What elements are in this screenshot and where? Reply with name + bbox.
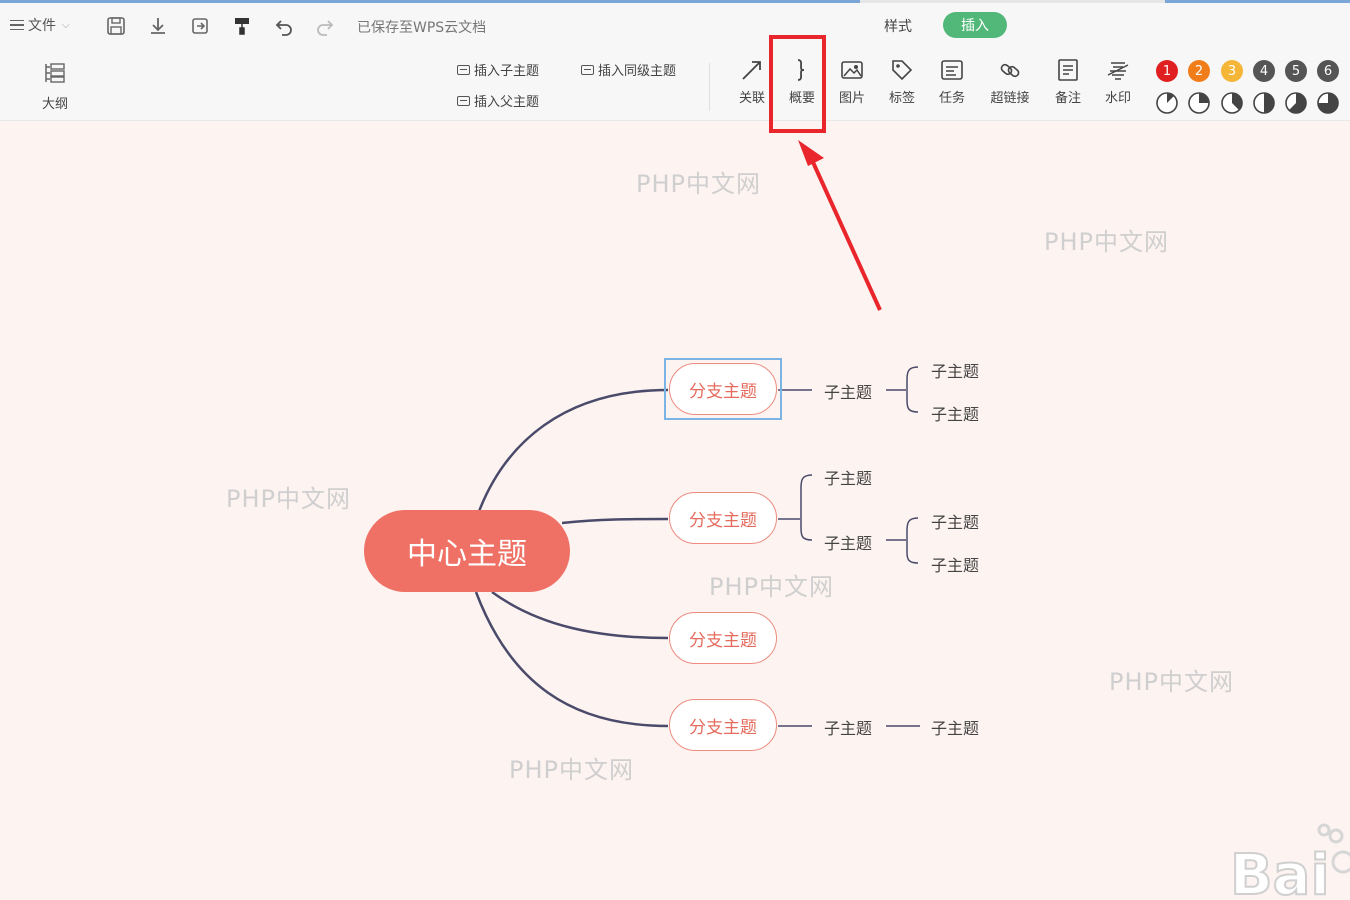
tag-label: 标签 [888, 91, 915, 106]
redo-icon[interactable] [314, 15, 336, 37]
branch-topic-node[interactable]: 分支主题 [669, 492, 777, 544]
center-topic-node[interactable]: 中心主题 [364, 510, 570, 592]
annotation-arrow [798, 140, 882, 311]
outline-label: 大纲 [41, 97, 68, 112]
watermark-text: PHP中文网 [709, 573, 834, 601]
watermark-button[interactable]: 水印 [1092, 55, 1144, 106]
tab-insert[interactable]: 插入 [943, 12, 1007, 38]
priority-4-icon[interactable]: 4 [1253, 60, 1275, 82]
baidu-logo: Bai [1228, 822, 1350, 900]
save-status: 已保存至WPS云文档 [357, 20, 487, 36]
subtopic-node[interactable]: 子主题 [931, 401, 979, 425]
watermark-text: PHP中文网 [636, 170, 761, 198]
insert-child-button[interactable]: 插入子主题 [457, 60, 539, 79]
insert-sibling-icon [581, 64, 594, 75]
watermark-icon [1092, 55, 1144, 85]
svg-text:Bai: Bai [1230, 843, 1330, 900]
watermark-text: PHP中文网 [1109, 668, 1234, 696]
insert-sibling-label: 插入同级主题 [598, 64, 677, 79]
watermark-text: PHP中文网 [226, 485, 351, 513]
task-label: 任务 [938, 91, 965, 106]
watermark-text: PHP中文网 [509, 756, 634, 784]
image-label: 图片 [838, 91, 865, 106]
relation-button[interactable]: 关联 [726, 55, 778, 106]
outline-button[interactable]: 大纲 [38, 61, 72, 112]
task-button[interactable]: 任务 [926, 55, 978, 106]
priority-6-icon[interactable]: 6 [1317, 60, 1339, 82]
progress-2-icon[interactable] [1187, 91, 1211, 115]
relation-arrow-icon [726, 55, 778, 85]
insert-parent-icon [457, 95, 470, 106]
progress-3-icon[interactable] [1220, 91, 1244, 115]
summary-brace-icon [776, 55, 828, 85]
insert-sibling-button[interactable]: 插入同级主题 [581, 60, 676, 79]
subtopic-node[interactable]: 子主题 [931, 358, 979, 382]
branch-topic-node[interactable]: 分支主题 [669, 363, 777, 415]
priority-3-icon[interactable]: 3 [1221, 60, 1243, 82]
subtopic-node[interactable]: 子主题 [824, 465, 872, 489]
hamburger-icon [10, 20, 24, 30]
progress-5-icon[interactable] [1284, 91, 1308, 115]
priority-1-icon[interactable]: 1 [1156, 60, 1178, 82]
image-button[interactable]: 图片 [826, 55, 878, 106]
watermark-label: 水印 [1104, 91, 1131, 106]
export-icon[interactable] [189, 15, 211, 37]
insert-child-icon [457, 64, 470, 75]
download-icon[interactable] [147, 15, 169, 37]
subtopic-node[interactable]: 子主题 [931, 552, 979, 576]
progress-1-icon[interactable] [1155, 91, 1179, 115]
tag-icon [876, 55, 928, 85]
save-icon[interactable] [105, 15, 127, 37]
priority-5-icon[interactable]: 5 [1285, 60, 1307, 82]
insert-parent-label: 插入父主题 [474, 95, 540, 110]
subtopic-node[interactable]: 子主题 [931, 715, 979, 739]
subtopic-node[interactable]: 子主题 [931, 509, 979, 533]
task-icon [926, 55, 978, 85]
subtopic-node[interactable]: 子主题 [824, 379, 872, 403]
subtopic-node[interactable]: 子主题 [824, 715, 872, 739]
note-icon [1042, 55, 1094, 85]
undo-icon[interactable] [273, 15, 295, 37]
hyperlink-button[interactable]: 超链接 [984, 55, 1036, 106]
progress-4-icon[interactable] [1252, 91, 1276, 115]
summary-button[interactable]: 概要 [776, 55, 828, 106]
tab-style[interactable]: 样式 [884, 16, 912, 36]
chevron-down-icon: ⌵ [62, 19, 70, 31]
toolbar-divider [709, 63, 710, 111]
outline-icon [45, 63, 65, 83]
image-icon [826, 55, 878, 85]
tag-button[interactable]: 标签 [876, 55, 928, 106]
file-menu-button[interactable]: 文件 ⌵ [10, 11, 70, 39]
progress-6-icon[interactable] [1316, 91, 1340, 115]
relation-label: 关联 [738, 91, 765, 106]
toolbar: 文件 ⌵ 已保存至WPS云文档 样式 插入 大纲 插入子主题 插入同级主题 插入… [0, 3, 1350, 121]
branch-topic-node[interactable]: 分支主题 [669, 612, 777, 664]
watermark-text: PHP中文网 [1044, 228, 1169, 256]
file-menu-label: 文件 [28, 18, 56, 34]
note-label: 备注 [1054, 91, 1081, 106]
insert-parent-button[interactable]: 插入父主题 [457, 91, 539, 110]
summary-label: 概要 [788, 91, 815, 106]
format-painter-icon[interactable] [231, 15, 253, 37]
insert-child-label: 插入子主题 [474, 64, 540, 79]
branch-topic-node[interactable]: 分支主题 [669, 699, 777, 751]
note-button[interactable]: 备注 [1042, 55, 1094, 106]
subtopic-node[interactable]: 子主题 [824, 530, 872, 554]
mindmap-canvas[interactable]: PHP中文网 PHP中文网 PHP中文网 PHP中文网 PHP中文网 PHP中文… [0, 122, 1350, 900]
link-icon [984, 55, 1036, 85]
hyperlink-label: 超链接 [990, 91, 1030, 106]
priority-2-icon[interactable]: 2 [1188, 60, 1210, 82]
